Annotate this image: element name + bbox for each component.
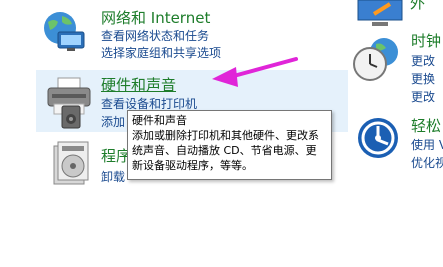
tooltip-description: 添加或删除打印机和其他硬件、更改系统声音、自动播放 CD、节省电源、更新设备驱动… (132, 129, 319, 172)
printer-icon (47, 77, 91, 129)
ease-link-2[interactable]: 优化视 (411, 155, 443, 171)
hardware-sound-title[interactable]: 硬件和声音 (101, 76, 176, 94)
network-title[interactable]: 网络和 Internet (101, 9, 210, 27)
network-status-link[interactable]: 查看网络状态和任务 (101, 28, 209, 44)
network-globe-icon (44, 12, 85, 51)
ease-of-access-title[interactable]: 轻松 (411, 117, 443, 135)
annotation-arrow (212, 57, 298, 87)
clock-region-title[interactable]: 时钟 (411, 32, 443, 50)
ease-of-access-icon (358, 118, 398, 158)
programs-icon (53, 141, 89, 185)
hardware-sound-tooltip: 硬件和声音 添加或删除打印机和其他硬件、更改系统声音、自动播放 CD、节省电源、… (127, 110, 332, 180)
uninstall-program-link[interactable]: 卸载 (101, 169, 125, 185)
add-device-link[interactable]: 添加 (101, 114, 125, 130)
clock-link-2[interactable]: 更换 (411, 71, 443, 87)
ease-link-1[interactable]: 使用 V (411, 137, 443, 153)
clock-link-1[interactable]: 更改 (411, 53, 443, 69)
clock-globe-icon (353, 38, 398, 81)
appearance-title[interactable]: 外 (410, 0, 443, 12)
appearance-monitor-icon (357, 0, 403, 26)
tooltip-title: 硬件和声音 (132, 114, 187, 127)
clock-link-3[interactable]: 更改 (411, 89, 443, 105)
